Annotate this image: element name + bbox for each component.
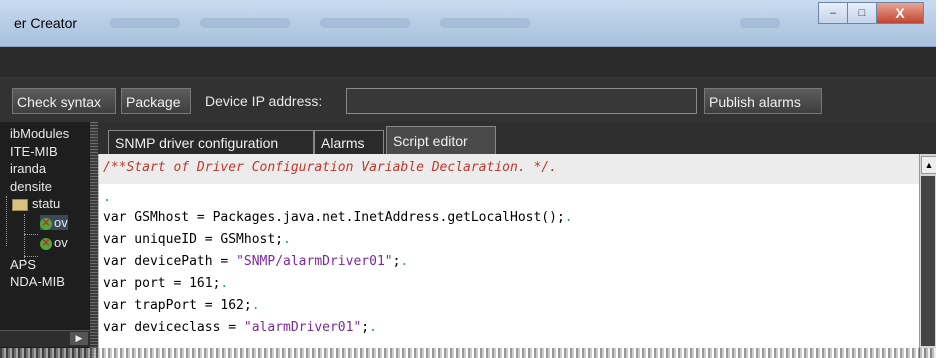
blurred-taskbar-item	[440, 18, 530, 28]
scroll-right-icon[interactable]: ▶	[70, 332, 88, 345]
code-line: var deviceclass = "alarmDriver01";.	[103, 320, 377, 335]
editor-vertical-scrollbar[interactable]: ▲	[919, 154, 936, 358]
tree-item[interactable]: ITE-MIB	[10, 144, 58, 159]
eol-marker: .	[369, 320, 377, 335]
scroll-thumb[interactable]	[921, 176, 935, 346]
code-text: var GSMhost = Packages.java.net.InetAddr…	[103, 210, 565, 225]
window-title: er Creator	[14, 15, 78, 31]
tree-item[interactable]: NDA-MIB	[10, 274, 65, 289]
alarm-status-icon: ✕	[40, 217, 52, 230]
tree-item-label: statu	[32, 196, 61, 211]
code-line: var trapPort = 162;.	[103, 298, 260, 313]
tree-item-label: APS	[10, 257, 37, 272]
code-text: var devicePath =	[103, 254, 237, 269]
eol-marker: .	[283, 232, 291, 247]
tab-bar: SNMP driver configuration Alarms Script …	[98, 122, 936, 154]
tree-connector	[6, 196, 7, 246]
alarm-status-icon: ✕	[40, 237, 52, 250]
script-editor[interactable]: /**Start of Driver Configuration Variabl…	[98, 154, 920, 358]
tree-item[interactable]: ibModules	[10, 126, 69, 141]
tree-item-label: ibModules	[10, 126, 70, 141]
code-line: .	[103, 190, 111, 205]
eol-marker: .	[251, 298, 260, 313]
maximize-button[interactable]: □	[847, 2, 877, 24]
toolbar: Check syntax Package Device IP address: …	[0, 78, 936, 122]
code-text: var uniqueID = GSMhost;	[103, 232, 284, 247]
device-ip-label: Device IP address:	[205, 93, 323, 109]
mib-tree: ibModules ITE-MIB iranda densite statu ✕…	[0, 122, 90, 358]
blurred-taskbar-item	[110, 18, 180, 28]
tree-connector	[24, 214, 25, 262]
tree-item-label: iranda	[10, 161, 47, 176]
code-text: var deviceclass =	[103, 320, 244, 335]
tab-alarms[interactable]: Alarms	[314, 130, 384, 154]
tree-item-label: ov	[54, 215, 68, 230]
code-line: var uniqueID = GSMhost;.	[103, 232, 291, 247]
code-string: "SNMP/alarmDriver01"	[236, 254, 393, 269]
folder-icon	[12, 198, 28, 211]
tree-item[interactable]: APS	[10, 257, 36, 272]
close-button[interactable]: X	[876, 2, 924, 24]
eol-marker: .	[103, 190, 111, 205]
tree-item[interactable]: statu	[12, 196, 60, 211]
code-text: ;	[361, 320, 370, 335]
application-window: er Creator – □ X Check syntax Package De…	[0, 0, 936, 358]
publish-alarms-button[interactable]: Publish alarms	[704, 88, 822, 114]
blurred-taskbar-item	[320, 18, 410, 28]
title-bar[interactable]: er Creator – □ X	[0, 0, 936, 47]
code-line: var GSMhost = Packages.java.net.InetAddr…	[103, 210, 573, 225]
scroll-up-icon[interactable]: ▲	[921, 156, 936, 174]
blurred-taskbar-item	[200, 18, 290, 28]
blurred-taskbar-item	[740, 18, 780, 28]
tree-item-label: densite	[10, 179, 52, 194]
device-ip-input[interactable]	[346, 88, 697, 114]
tree-item-label: NDA-MIB	[10, 274, 65, 289]
tree-connector	[24, 234, 38, 235]
eol-marker: .	[400, 254, 409, 269]
tab-snmp-driver-configuration[interactable]: SNMP driver configuration	[108, 130, 314, 154]
tree-item[interactable]: ✕ ov	[40, 215, 68, 230]
pane-splitter[interactable]	[90, 122, 98, 358]
tree-item-label: ov	[54, 235, 68, 250]
code-comment: /**Start of Driver Configuration Variabl…	[103, 160, 557, 175]
eol-marker: .	[220, 276, 229, 291]
minimize-button[interactable]: –	[818, 2, 848, 24]
window-controls: – □ X	[818, 2, 924, 24]
tree-item[interactable]: densite	[10, 179, 52, 194]
tab-script-editor[interactable]: Script editor	[386, 126, 496, 154]
code-text: var port = 161;	[103, 276, 221, 291]
tree-item[interactable]: ✕ ov	[40, 235, 68, 250]
code-line: /**Start of Driver Configuration Variabl…	[103, 160, 557, 175]
check-syntax-button[interactable]: Check syntax	[12, 88, 116, 114]
tree-item[interactable]: iranda	[10, 161, 46, 176]
tree-horizontal-scrollbar[interactable]: ▶	[0, 330, 90, 347]
tree-item-label: ITE-MIB	[10, 144, 58, 159]
code-string: "alarmDriver01"	[243, 320, 362, 335]
menu-band	[0, 47, 936, 77]
package-button[interactable]: Package	[121, 88, 191, 114]
code-line: var devicePath = "SNMP/alarmDriver01";.	[103, 254, 408, 269]
eol-marker: .	[564, 210, 573, 225]
code-line: var port = 161;.	[103, 276, 228, 291]
torn-edge	[0, 348, 936, 358]
code-text: var trapPort = 162;	[103, 298, 252, 313]
